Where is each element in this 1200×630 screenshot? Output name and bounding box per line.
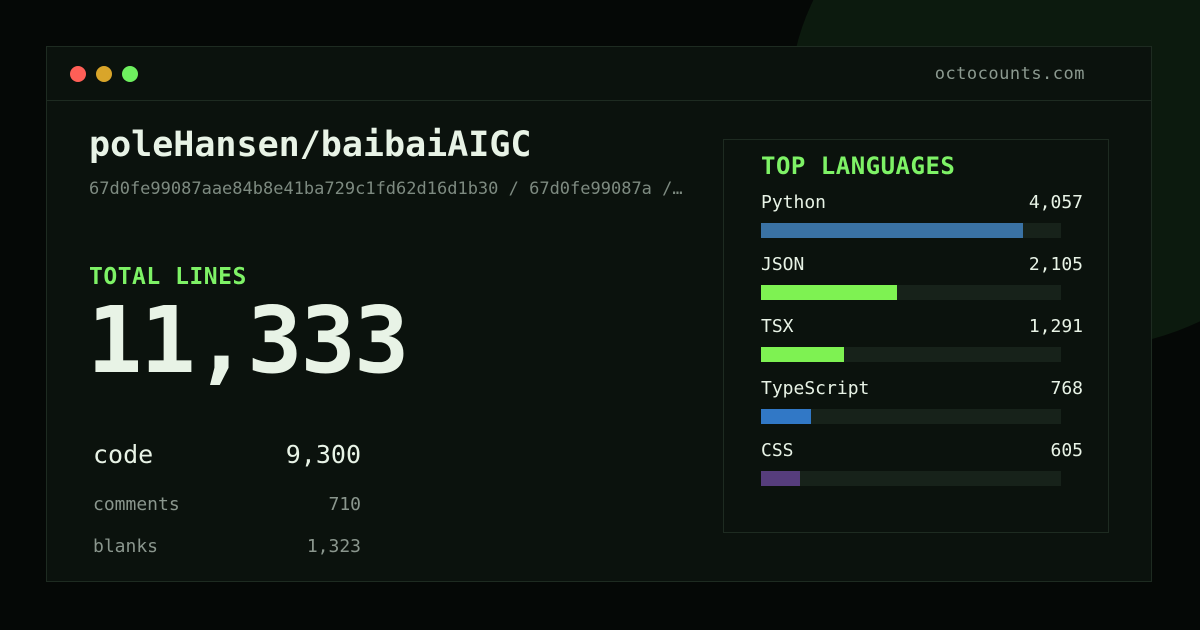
language-item-json: JSON 2,105 [761,254,1083,306]
stat-label-comments: comments [93,494,180,515]
minimize-dot-icon[interactable] [96,66,112,82]
stat-label-blanks: blanks [93,536,159,557]
stat-value-code: 9,300 [285,440,361,469]
language-name: CSS [761,440,794,461]
stat-label-code: code [93,440,154,469]
language-bar-track [761,223,1061,238]
language-count: 605 [1050,440,1083,461]
language-name: JSON [761,254,805,275]
language-count: 2,105 [1028,254,1083,275]
language-bar-fill [761,409,811,424]
language-bar-track [761,471,1061,486]
stat-row-code: code 9,300 [93,440,361,469]
repo-path: 67d0fe99087aae84b8e41ba729c1fd62d16d1b30… [89,179,683,199]
language-bar-track [761,285,1061,300]
repo-name: poleHansen/baibaiAIGC [89,125,532,165]
language-bar-fill [761,285,897,300]
language-bar-track [761,409,1061,424]
language-count: 4,057 [1028,192,1083,213]
language-count: 768 [1050,378,1083,399]
total-lines-value: 11,333 [87,287,409,394]
terminal-window: octocounts.com poleHansen/baibaiAIGC 67d… [46,46,1152,582]
language-count: 1,291 [1028,316,1083,337]
language-item-python: Python 4,057 [761,192,1083,244]
language-bar-fill [761,347,845,362]
site-domain: octocounts.com [934,64,1085,84]
language-item-tsx: TSX 1,291 [761,316,1083,368]
card-canvas: octocounts.com poleHansen/baibaiAIGC 67d… [0,0,1200,630]
language-item-typescript: TypeScript 768 [761,378,1083,430]
stat-value-blanks: 1,323 [306,536,361,557]
language-name: Python [761,192,827,213]
window-titlebar: octocounts.com [47,47,1151,101]
language-name: TSX [761,316,794,337]
stat-value-comments: 710 [328,494,361,515]
language-bar-fill [761,471,801,486]
language-bar-fill [761,223,1023,238]
maximize-dot-icon[interactable] [122,66,138,82]
language-item-css: CSS 605 [761,440,1083,492]
stat-row-blanks: blanks 1,323 [93,536,361,557]
close-dot-icon[interactable] [70,66,86,82]
top-languages-title: TOP LANGUAGES [761,152,956,180]
top-languages-panel: TOP LANGUAGES Python 4,057 JSON 2,105 TS… [723,139,1109,533]
language-name: TypeScript [761,378,870,399]
stat-row-comments: comments 710 [93,494,361,515]
language-bar-track [761,347,1061,362]
